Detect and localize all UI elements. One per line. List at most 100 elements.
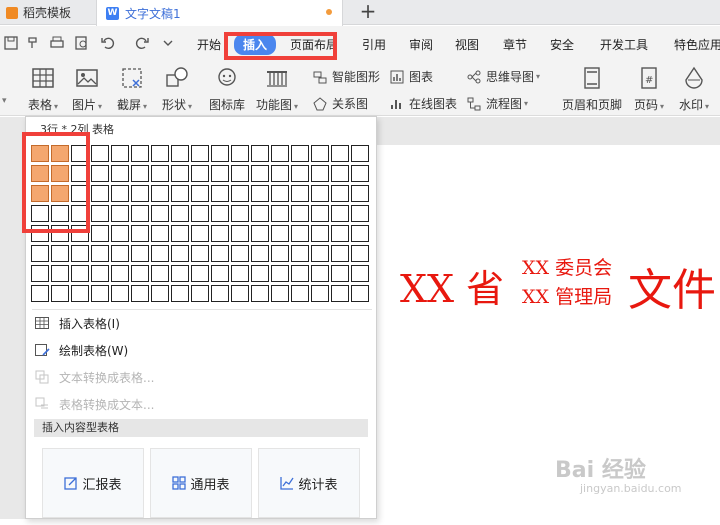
grid-cell[interactable]	[291, 185, 309, 202]
grid-cell[interactable]	[171, 225, 189, 242]
grid-cell[interactable]	[231, 205, 249, 222]
grid-cell[interactable]	[111, 145, 129, 162]
grid-cell[interactable]	[271, 165, 289, 182]
grid-cell[interactable]	[171, 205, 189, 222]
grid-cell[interactable]	[51, 285, 69, 302]
grid-cell[interactable]	[31, 245, 49, 262]
grid-cell[interactable]	[231, 165, 249, 182]
grid-cell[interactable]	[251, 185, 269, 202]
grid-cell[interactable]	[31, 205, 49, 222]
grid-cell[interactable]	[191, 185, 209, 202]
grid-cell[interactable]	[271, 245, 289, 262]
grid-cell[interactable]	[331, 145, 349, 162]
grid-cell[interactable]	[331, 225, 349, 242]
grid-cell[interactable]	[71, 145, 89, 162]
tab-document[interactable]: W 文字文稿1	[96, 0, 343, 26]
grid-cell[interactable]	[311, 245, 329, 262]
grid-cell[interactable]	[151, 285, 169, 302]
grid-cell[interactable]	[151, 185, 169, 202]
grid-cell[interactable]	[231, 265, 249, 282]
grid-cell[interactable]	[251, 145, 269, 162]
grid-cell[interactable]	[111, 285, 129, 302]
grid-cell[interactable]	[131, 265, 149, 282]
grid-cell[interactable]	[171, 145, 189, 162]
grid-cell[interactable]	[151, 225, 169, 242]
grid-cell[interactable]	[211, 165, 229, 182]
grid-cell[interactable]	[291, 165, 309, 182]
grid-cell[interactable]	[71, 225, 89, 242]
grid-cell[interactable]	[71, 165, 89, 182]
save-icon[interactable]	[3, 35, 19, 51]
grid-cell[interactable]	[151, 145, 169, 162]
grid-cell[interactable]	[71, 285, 89, 302]
grid-cell[interactable]	[91, 245, 109, 262]
ribbon-relation-chart-button[interactable]: 关系图	[312, 95, 368, 112]
grid-cell[interactable]	[331, 245, 349, 262]
grid-cell[interactable]	[211, 225, 229, 242]
grid-cell[interactable]	[151, 245, 169, 262]
grid-cell[interactable]	[131, 285, 149, 302]
grid-cell[interactable]	[231, 245, 249, 262]
grid-cell-selected[interactable]	[51, 185, 69, 202]
grid-cell[interactable]	[31, 225, 49, 242]
ribbon-chart-button[interactable]: 图表	[389, 68, 433, 85]
grid-cell[interactable]	[291, 225, 309, 242]
grid-cell[interactable]	[151, 165, 169, 182]
grid-cell[interactable]	[291, 145, 309, 162]
grid-cell[interactable]	[331, 165, 349, 182]
menu-view[interactable]: 视图	[455, 36, 479, 53]
grid-cell[interactable]	[131, 225, 149, 242]
grid-cell[interactable]	[111, 205, 129, 222]
grid-cell[interactable]	[271, 205, 289, 222]
grid-cell[interactable]	[311, 265, 329, 282]
ribbon-picture-button[interactable]: 图片 ▾	[72, 64, 102, 113]
grid-cell-selected[interactable]	[31, 165, 49, 182]
ribbon-smartart-button[interactable]: 智能图形	[312, 68, 380, 85]
grid-cell[interactable]	[71, 245, 89, 262]
ribbon-table-button[interactable]: 表格 ▾	[28, 64, 58, 113]
ribbon-page-number-button[interactable]: # 页码 ▾	[634, 64, 664, 113]
menu-insert[interactable]: 插入	[234, 34, 277, 55]
grid-cell[interactable]	[331, 185, 349, 202]
grid-cell[interactable]	[191, 165, 209, 182]
grid-cell[interactable]	[251, 165, 269, 182]
ribbon-flowchart-button[interactable]: 流程图 ▾	[466, 95, 528, 112]
grid-cell[interactable]	[151, 265, 169, 282]
grid-cell[interactable]	[51, 225, 69, 242]
redo-icon[interactable]	[134, 35, 150, 51]
grid-cell[interactable]	[71, 265, 89, 282]
grid-cell[interactable]	[151, 205, 169, 222]
menu-security[interactable]: 安全	[550, 36, 574, 53]
grid-cell[interactable]	[131, 185, 149, 202]
grid-cell[interactable]	[111, 265, 129, 282]
grid-cell[interactable]	[311, 205, 329, 222]
print-preview-icon[interactable]	[74, 35, 90, 51]
report-table-card[interactable]: 汇报表	[42, 448, 144, 518]
grid-cell[interactable]	[51, 265, 69, 282]
grid-cell[interactable]	[231, 285, 249, 302]
grid-cell[interactable]	[211, 185, 229, 202]
grid-cell[interactable]	[351, 165, 369, 182]
grid-cell[interactable]	[331, 205, 349, 222]
grid-cell[interactable]	[131, 165, 149, 182]
new-tab-button[interactable]: +	[355, 0, 381, 25]
more-icon[interactable]	[160, 35, 176, 51]
grid-cell[interactable]	[91, 185, 109, 202]
grid-cell[interactable]	[351, 205, 369, 222]
ribbon-online-chart-button[interactable]: 在线图表	[389, 95, 457, 112]
menu-start[interactable]: 开始	[197, 36, 221, 53]
grid-cell[interactable]	[351, 185, 369, 202]
grid-cell[interactable]	[271, 265, 289, 282]
draw-table-item[interactable]: 绘制表格(W)	[34, 338, 128, 362]
grid-cell[interactable]	[51, 245, 69, 262]
grid-cell[interactable]	[111, 185, 129, 202]
grid-cell[interactable]	[31, 285, 49, 302]
grid-cell[interactable]	[131, 245, 149, 262]
grid-cell[interactable]	[311, 185, 329, 202]
grid-cell[interactable]	[211, 265, 229, 282]
print-icon[interactable]	[49, 35, 65, 51]
grid-cell[interactable]	[171, 185, 189, 202]
menu-page-layout[interactable]: 页面布局	[290, 36, 338, 53]
grid-cell[interactable]	[351, 225, 369, 242]
grid-cell[interactable]	[171, 245, 189, 262]
